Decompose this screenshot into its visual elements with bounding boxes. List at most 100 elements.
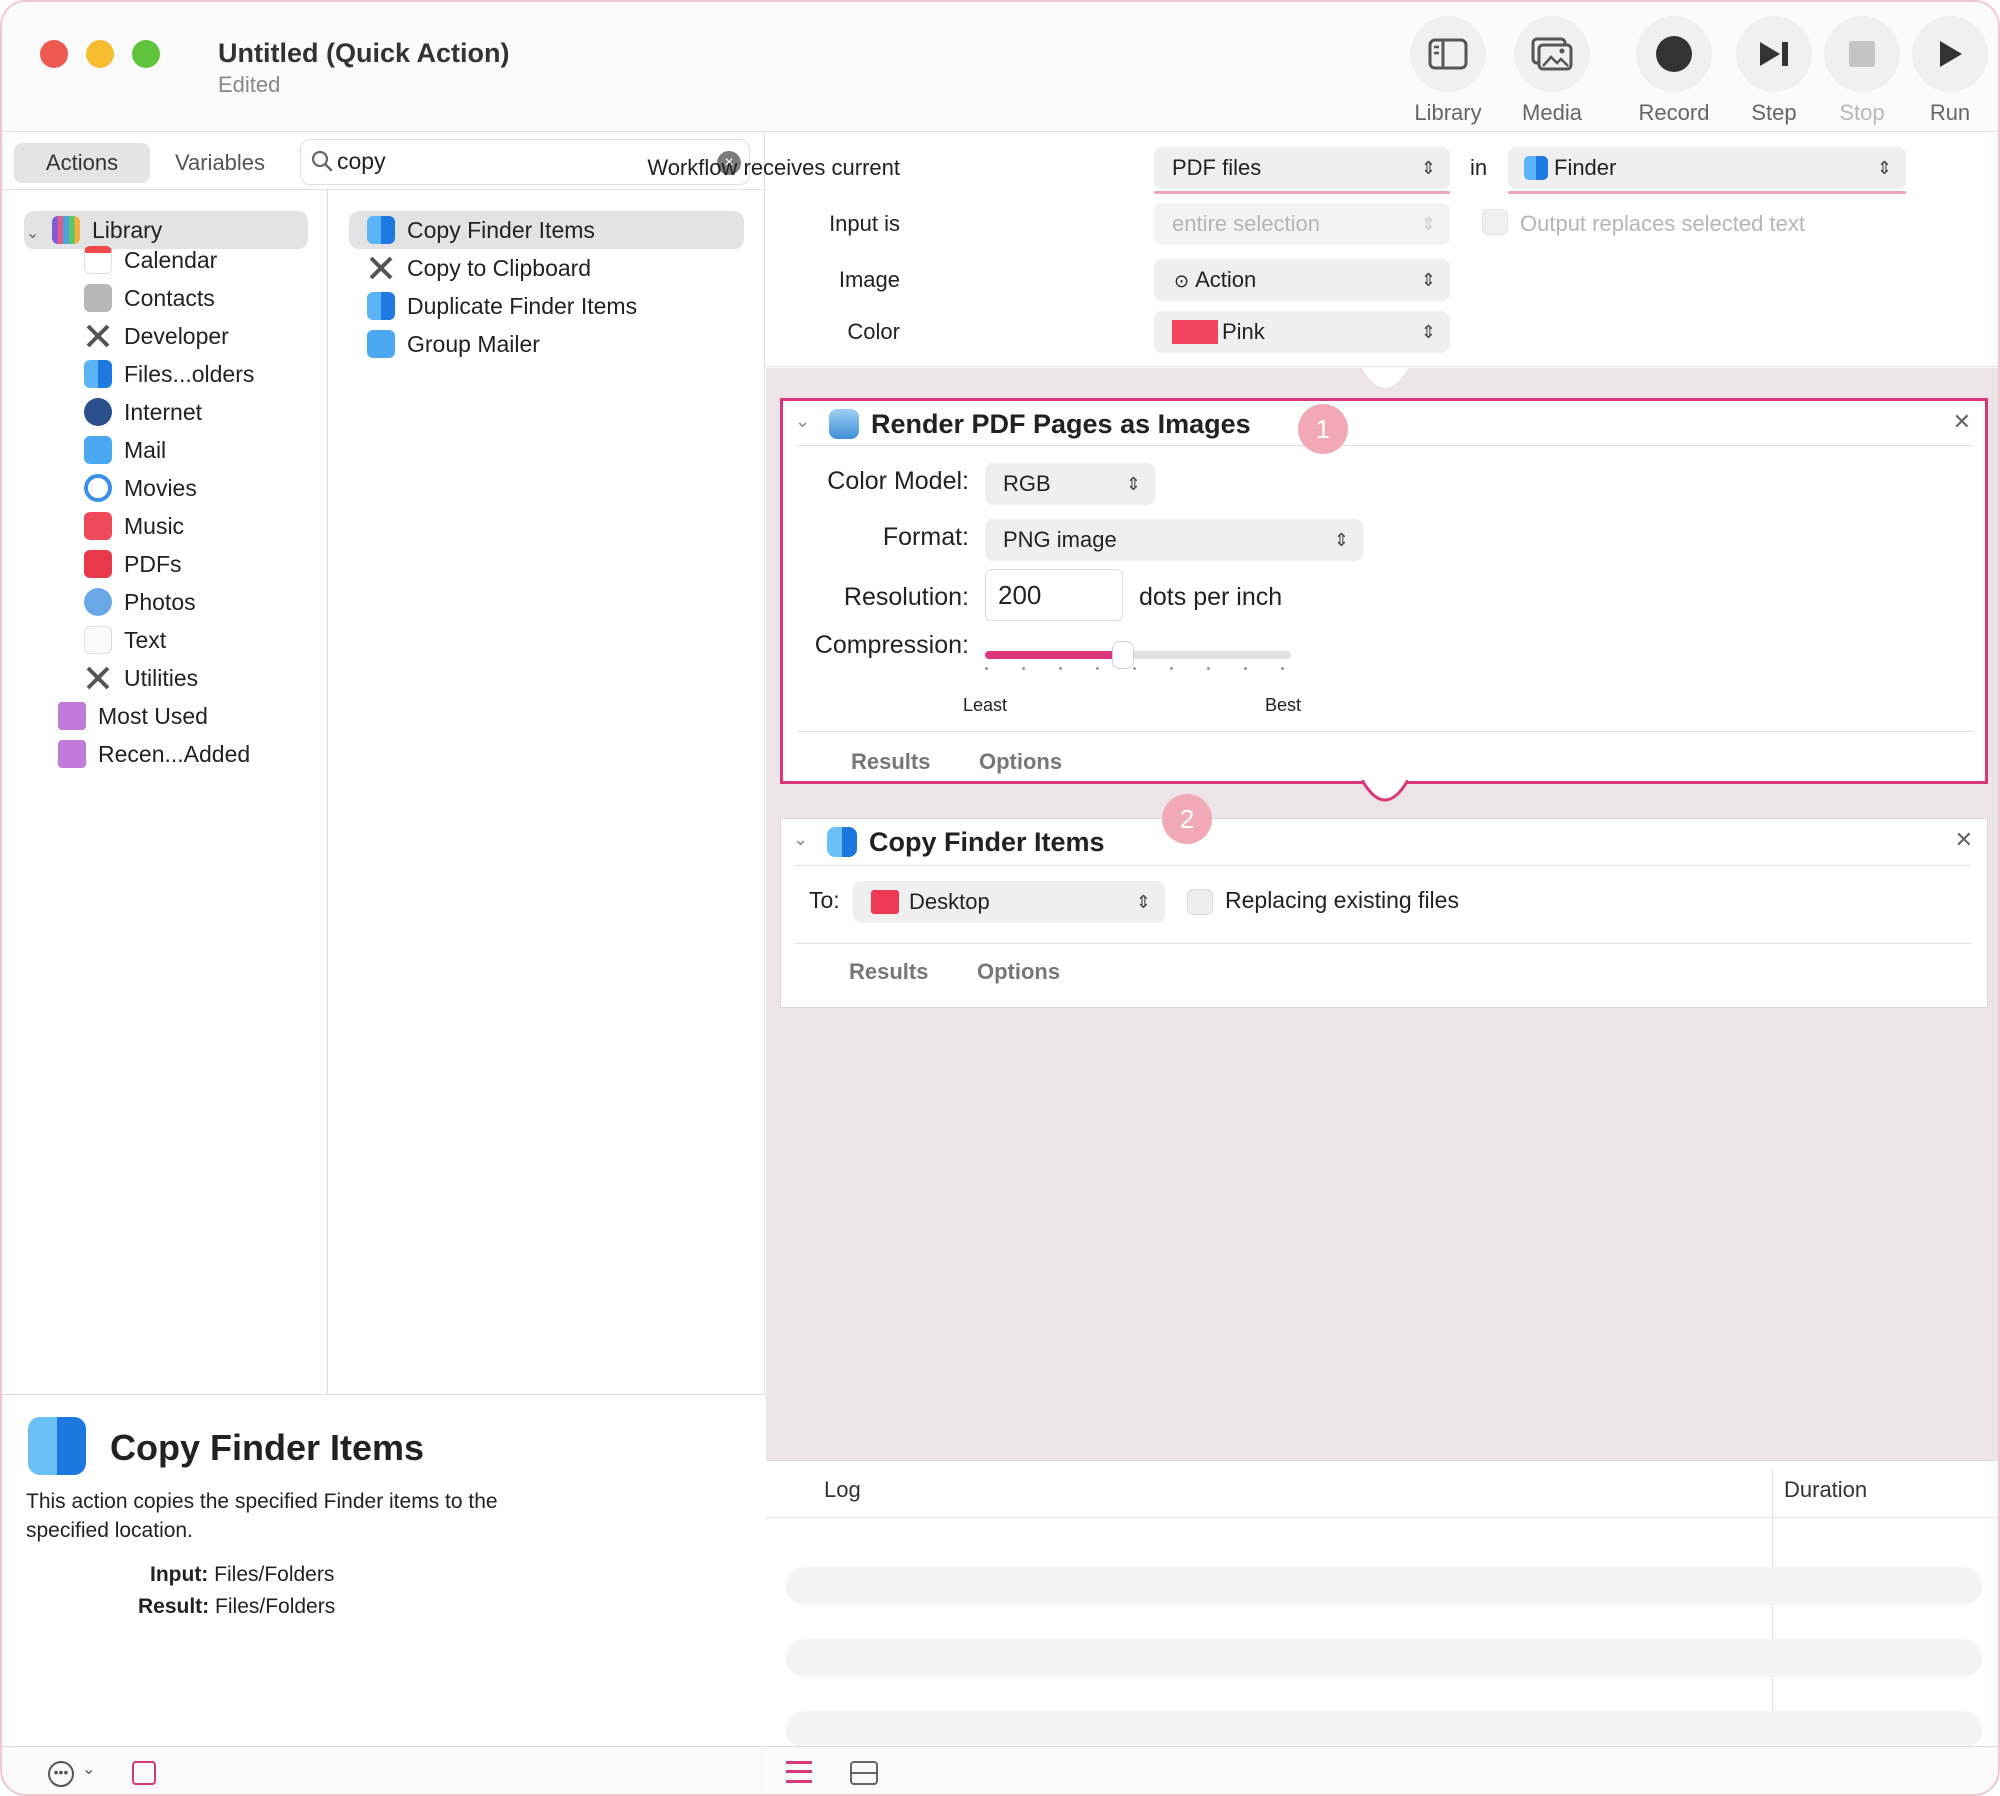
split-view-icon[interactable] (850, 1761, 878, 1785)
record-toolbar-button[interactable]: Record (1634, 16, 1714, 126)
tab-options[interactable]: Options (979, 749, 1062, 775)
resolution-unit: dots per inch (1139, 583, 1283, 611)
divider (766, 1517, 1998, 1518)
list-item-group-mailer[interactable]: Group Mailer (367, 325, 540, 363)
sidebar-item-photos[interactable]: Photos (84, 583, 196, 621)
format-popup[interactable]: PNG image ⇕ (985, 519, 1363, 561)
sidebar-item-utilities[interactable]: Utilities (84, 659, 198, 697)
chevron-down-icon[interactable]: ⌄ (26, 215, 42, 253)
finder-icon (28, 1417, 86, 1475)
divider (795, 943, 1971, 944)
output-replaces-label: Output replaces selected text (1520, 211, 1805, 236)
sidebar-item-text[interactable]: Text (84, 621, 166, 659)
sidebar-item-files-folders[interactable]: Files...olders (84, 355, 254, 393)
updown-chevron-icon: ⇕ (1333, 530, 1349, 550)
actions-list: Copy Finder Items Copy to Clipboard Dupl… (329, 190, 765, 1525)
step-label: Step (1751, 100, 1797, 125)
highlight-underline (1508, 191, 1906, 194)
tab-results[interactable]: Results (849, 959, 928, 985)
tab-results[interactable]: Results (851, 749, 930, 775)
slider-fill (985, 651, 1123, 659)
list-item-duplicate-finder-items[interactable]: Duplicate Finder Items (367, 287, 637, 325)
sidebar-item-developer[interactable]: Developer (84, 317, 229, 355)
divider (795, 865, 1971, 866)
tab-variables[interactable]: Variables (156, 143, 284, 183)
color-popup[interactable]: Pink ⇕ (1154, 311, 1450, 353)
search-icon (311, 150, 333, 172)
step-number-badge: 2 (1162, 794, 1212, 844)
tab-options[interactable]: Options (977, 959, 1060, 985)
developer-icon (84, 322, 112, 350)
close-icon[interactable]: ✕ (1955, 827, 1973, 853)
left-footer: ••• ⌄ (2, 1746, 765, 1794)
replacing-label: Replacing existing files (1225, 887, 1459, 913)
list-item-copy-finder-items[interactable]: Copy Finder Items (367, 211, 595, 249)
chevron-down-icon[interactable]: ⌄ (82, 1759, 95, 1779)
sidebar-item-internet[interactable]: Internet (84, 393, 202, 431)
destination-popup[interactable]: Desktop ⇕ (853, 881, 1165, 923)
chevron-down-icon[interactable]: ⌄ (795, 411, 810, 432)
list-item-copy-to-clipboard[interactable]: Copy to Clipboard (367, 249, 591, 287)
contacts-icon (84, 283, 112, 312)
more-options-icon[interactable]: ••• (48, 1761, 74, 1787)
media-label: Media (1522, 100, 1582, 125)
run-toolbar-button[interactable]: Run (1910, 16, 1990, 126)
minimize-window-button[interactable] (86, 40, 114, 68)
window-title: Untitled (Quick Action) (218, 38, 510, 68)
compression-label: Compression: (814, 631, 969, 659)
zoom-window-button[interactable] (132, 40, 160, 68)
window-subtitle: Edited (218, 72, 281, 97)
play-icon (1912, 16, 1988, 92)
description-toggle-icon[interactable] (132, 1761, 156, 1785)
sidebar-item-pdfs[interactable]: PDFs (84, 545, 182, 583)
preview-icon (829, 409, 859, 439)
slider-knob[interactable] (1111, 641, 1134, 669)
sidebar-item-contacts[interactable]: Contacts (84, 279, 215, 317)
image-popup[interactable]: ⊙ Action ⇕ (1154, 259, 1450, 301)
movies-icon (84, 473, 112, 502)
calendar-icon (84, 245, 112, 274)
tab-actions[interactable]: Actions (14, 143, 150, 183)
compression-slider[interactable] (985, 641, 1291, 669)
sidebar-item-mail[interactable]: Mail (84, 431, 166, 469)
pdf-icon (84, 549, 112, 578)
output-replaces-checkbox[interactable] (1482, 209, 1508, 235)
media-toolbar-button[interactable]: Media (1512, 16, 1592, 126)
description-input: Input: Files/Folders (150, 1563, 335, 1586)
close-icon[interactable]: ✕ (1953, 409, 1971, 435)
color-model-popup[interactable]: RGB ⇕ (985, 463, 1155, 505)
sidebar-item-most-used[interactable]: Most Used (58, 697, 208, 735)
updown-chevron-icon: ⇕ (1420, 158, 1436, 178)
resolution-input[interactable]: 200 (985, 569, 1123, 621)
finder-icon (367, 291, 395, 320)
stop-toolbar-button[interactable]: Stop (1822, 16, 1902, 126)
workflow-settings: Workflow receives current PDF files ⇕ in … (647, 133, 1998, 367)
sidebar-item-calendar[interactable]: Calendar (84, 241, 217, 279)
step-icon (1736, 16, 1812, 92)
step-toolbar-button[interactable]: Step (1734, 16, 1814, 126)
format-label: Format: (882, 523, 969, 551)
chevron-down-icon[interactable]: ⌄ (793, 829, 808, 850)
sidebar-item-music[interactable]: Music (84, 507, 184, 545)
divider (797, 731, 1973, 732)
library-panel: Actions Variables copy × ⌄ Library Calen… (2, 133, 765, 1527)
updown-chevron-icon: ⇕ (1420, 322, 1436, 342)
library-toolbar-button[interactable]: Library (1408, 16, 1488, 126)
log-header[interactable]: Log (824, 1477, 861, 1503)
utilities-icon (367, 254, 395, 282)
search-input[interactable]: copy (337, 148, 386, 175)
mail-icon (84, 435, 112, 464)
sidebar-item-recently-added[interactable]: Recen...Added (58, 735, 250, 773)
sidebar-item-movies[interactable]: Movies (84, 469, 197, 507)
list-view-icon[interactable] (786, 1761, 812, 1783)
duration-header[interactable]: Duration (1784, 1477, 1867, 1503)
replacing-checkbox[interactable] (1187, 889, 1213, 915)
finder-icon (827, 827, 857, 857)
close-window-button[interactable] (40, 40, 68, 68)
action-copy-finder-items: ⌄ Copy Finder Items ✕ To: Desktop ⇕ Repla… (780, 818, 1988, 1008)
input-is-popup[interactable]: entire selection ⇕ (1154, 203, 1450, 245)
application-popup[interactable]: Finder ⇕ (1508, 147, 1906, 189)
receives-type-popup[interactable]: PDF files ⇕ (1154, 147, 1450, 189)
finder-icon (1524, 156, 1548, 180)
description-text: This action copies the specified Finder … (26, 1490, 498, 1542)
